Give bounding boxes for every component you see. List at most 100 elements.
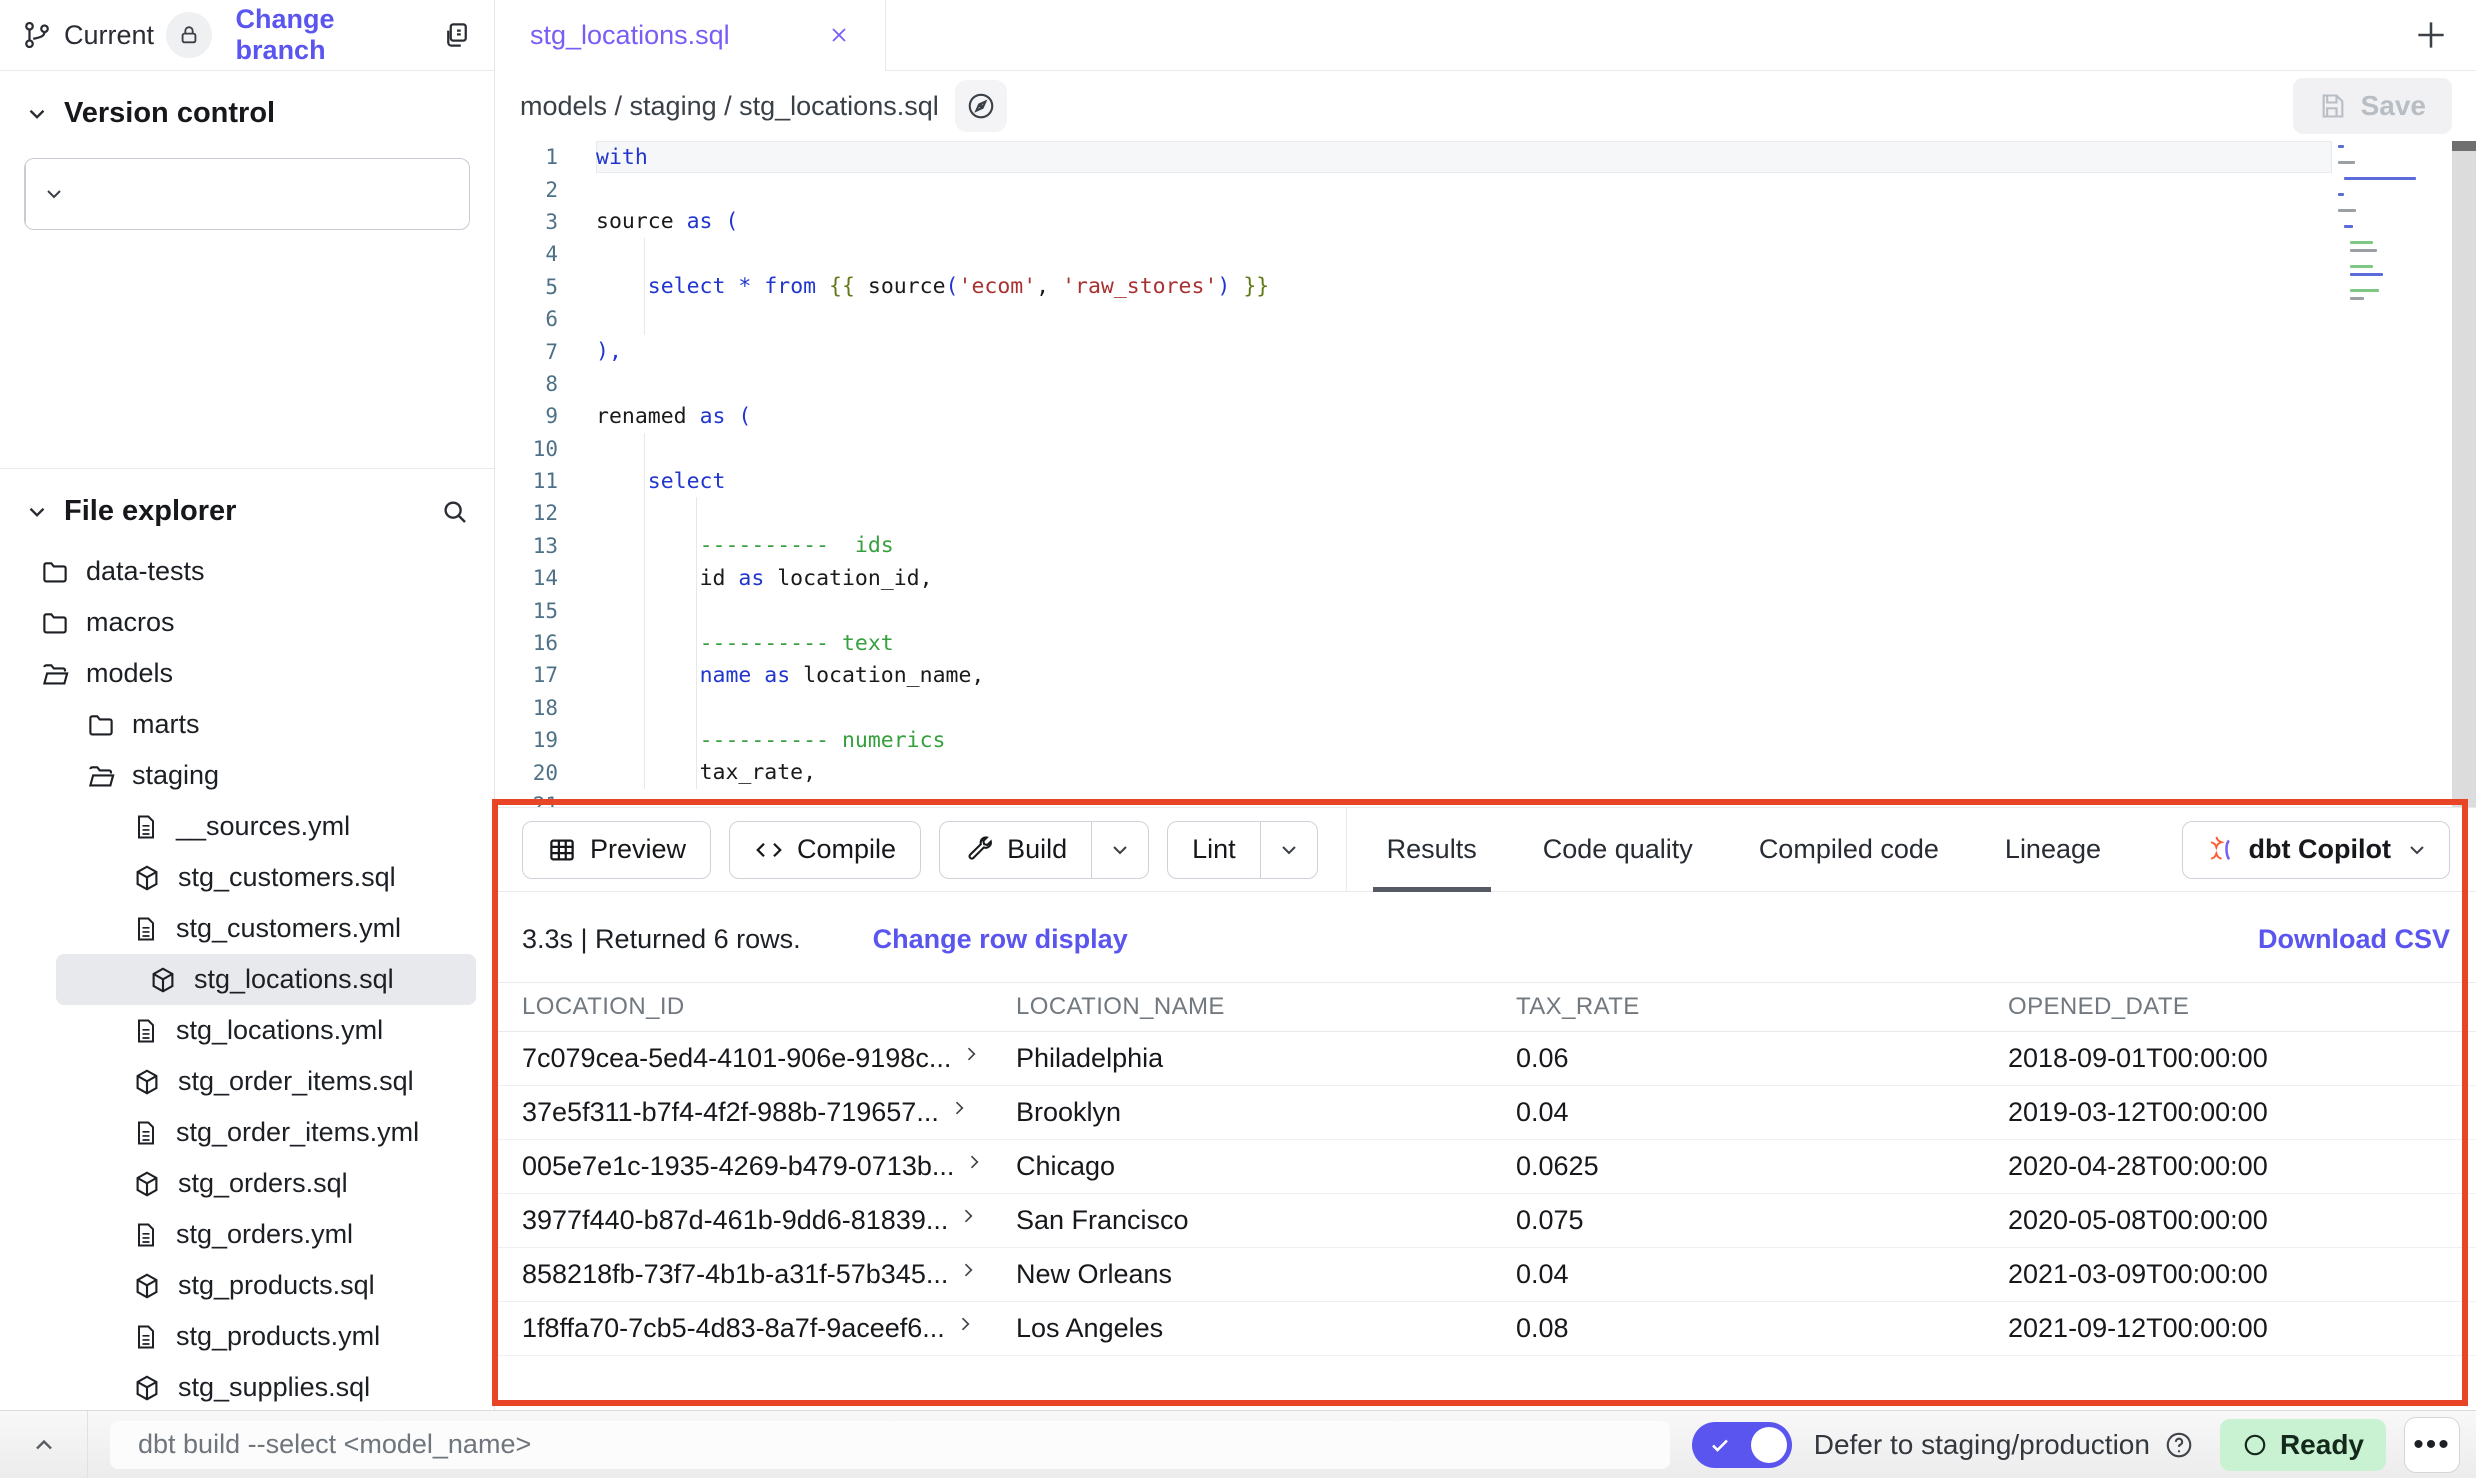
lint-main[interactable]: Lint [1168, 822, 1260, 878]
row-expand-icon[interactable] [964, 1152, 984, 1172]
results-row-3[interactable]: 005e7e1c-1935-4269-b479-0713b...Chicago0… [496, 1140, 2476, 1194]
file-tree-item-stg-products-yml[interactable]: stg_products.yml [0, 1311, 494, 1362]
column-header-opened_date[interactable]: OPENED_DATE [2008, 993, 2450, 1021]
code-line-8[interactable]: 8 [496, 368, 2332, 400]
code-line-20[interactable]: 20 tax_rate, [496, 756, 2332, 788]
file-icon [132, 1119, 160, 1147]
file-label: data-tests [86, 556, 205, 587]
download-csv-link[interactable]: Download CSV [2258, 924, 2450, 955]
copy-icon[interactable] [442, 20, 472, 50]
file-tree-item-stg-order-items-sql[interactable]: stg_order_items.sql [0, 1056, 494, 1107]
column-header-location_id[interactable]: LOCATION_ID [522, 993, 1016, 1021]
line-content: name as location_name, [596, 659, 2332, 691]
results-row-4[interactable]: 3977f440-b87d-461b-9dd6-81839...San Fran… [496, 1194, 2476, 1248]
code-line-4[interactable]: 4 [496, 238, 2332, 270]
file-tree-item-stg-locations-sql[interactable]: stg_locations.sql [56, 954, 476, 1005]
create-branch-caret[interactable] [25, 159, 81, 229]
column-header-tax_rate[interactable]: TAX_RATE [1516, 993, 2008, 1021]
lint-caret[interactable] [1260, 822, 1317, 878]
compile-button[interactable]: Compile [729, 821, 921, 879]
file-tree-item-stg-customers-sql[interactable]: stg_customers.sql [0, 852, 494, 903]
preview-button[interactable]: Preview [522, 821, 711, 879]
code-line-17[interactable]: 17 name as location_name, [496, 659, 2332, 691]
row-expand-icon[interactable] [958, 1206, 978, 1226]
query-summary: 3.3s | Returned 6 rows. [522, 924, 801, 955]
file-tree-item-stg-order-items-yml[interactable]: stg_order_items.yml [0, 1107, 494, 1158]
code-line-11[interactable]: 11 select [496, 465, 2332, 497]
new-tab-button[interactable] [2412, 16, 2450, 54]
code-line-19[interactable]: 19 ---------- numerics [496, 724, 2332, 756]
code-line-1[interactable]: 1with [496, 141, 2332, 173]
file-tree-item-data-tests[interactable]: data-tests [0, 546, 494, 597]
code-line-16[interactable]: 16 ---------- text [496, 627, 2332, 659]
file-tree-item-stg-products-sql[interactable]: stg_products.sql [0, 1260, 494, 1311]
code-line-2[interactable]: 2 [496, 173, 2332, 205]
expand-command-bar-button[interactable] [0, 1411, 88, 1478]
cell-location-id: 1f8ffa70-7cb5-4d83-8a7f-9aceef6... [522, 1313, 945, 1344]
dbt-copilot-button[interactable]: dbt Copilot [2182, 821, 2450, 879]
chevron-down-icon [24, 101, 50, 127]
file-tree-item-stg-customers-yml[interactable]: stg_customers.yml [0, 903, 494, 954]
panel-tab-code-quality[interactable]: Code quality [1543, 808, 1693, 892]
file-tree-item-macros[interactable]: macros [0, 597, 494, 648]
row-expand-icon[interactable] [961, 1044, 981, 1064]
model-cube-icon [132, 1373, 162, 1403]
panel-tab-lineage[interactable]: Lineage [2005, 808, 2101, 892]
row-expand-icon[interactable] [958, 1260, 978, 1280]
file-tree-item-stg-orders-sql[interactable]: stg_orders.sql [0, 1158, 494, 1209]
code-line-15[interactable]: 15 [496, 594, 2332, 626]
row-expand-icon[interactable] [949, 1098, 969, 1118]
file-tree-item--sources-yml[interactable]: __sources.yml [0, 801, 494, 852]
column-header-location_name[interactable]: LOCATION_NAME [1016, 993, 1516, 1021]
tab-close-icon[interactable] [827, 23, 851, 47]
defer-toggle[interactable] [1692, 1422, 1792, 1468]
row-expand-icon[interactable] [955, 1314, 975, 1334]
line-number: 8 [496, 372, 596, 396]
ide-status-badge[interactable]: Ready [2220, 1419, 2386, 1471]
file-tree-item-models[interactable]: models [0, 648, 494, 699]
tab-stg-locations-sql[interactable]: stg_locations.sql [496, 0, 886, 70]
panel-tab-results[interactable]: Results [1387, 808, 1477, 892]
more-options-button[interactable]: ••• [2404, 1417, 2460, 1473]
command-input[interactable]: dbt build --select <model_name> [110, 1421, 1670, 1469]
build-main[interactable]: Build [940, 822, 1091, 878]
scrollbar-thumb[interactable] [2452, 141, 2476, 151]
results-row-2[interactable]: 37e5f311-b7f4-4f2f-988b-719657...Brookly… [496, 1086, 2476, 1140]
file-explorer-header[interactable]: File explorer [0, 469, 494, 538]
explore-button[interactable] [955, 80, 1007, 132]
code-line-13[interactable]: 13 ---------- ids [496, 530, 2332, 562]
code-line-5[interactable]: 5 select * from {{ source('ecom', 'raw_s… [496, 271, 2332, 303]
code-line-3[interactable]: 3source as ( [496, 206, 2332, 238]
code-editor[interactable]: 1with23source as (45 select * from {{ so… [496, 141, 2332, 807]
cell-tax-rate: 0.04 [1516, 1097, 2008, 1128]
minimap[interactable] [2338, 145, 2450, 313]
panel-tab-compiled-code[interactable]: Compiled code [1759, 808, 1939, 892]
change-branch-link[interactable]: Change branch [236, 4, 430, 66]
file-tree-item-stg-supplies-sql[interactable]: stg_supplies.sql [0, 1362, 494, 1413]
results-row-1[interactable]: 7c079cea-5ed4-4101-906e-9198c...Philadel… [496, 1032, 2476, 1086]
code-line-18[interactable]: 18 [496, 692, 2332, 724]
file-tree-item-stg-orders-yml[interactable]: stg_orders.yml [0, 1209, 494, 1260]
search-icon[interactable] [440, 497, 470, 527]
code-line-21[interactable]: 21 [496, 789, 2332, 807]
defer-label: Defer to staging/production [1814, 1429, 2150, 1461]
save-button[interactable]: Save [2293, 78, 2452, 134]
code-line-9[interactable]: 9renamed as ( [496, 400, 2332, 432]
results-row-5[interactable]: 858218fb-73f7-4b1b-a31f-57b345...New Orl… [496, 1248, 2476, 1302]
file-tree-item-marts[interactable]: marts [0, 699, 494, 750]
change-row-display-link[interactable]: Change row display [873, 924, 1128, 955]
model-cube-icon [132, 1067, 162, 1097]
editor-scrollbar[interactable] [2452, 141, 2476, 807]
code-line-6[interactable]: 6 [496, 303, 2332, 335]
file-tree-item-staging[interactable]: staging [0, 750, 494, 801]
help-icon[interactable] [2164, 1430, 2194, 1460]
code-line-12[interactable]: 12 [496, 497, 2332, 529]
results-row-6[interactable]: 1f8ffa70-7cb5-4d83-8a7f-9aceef6...Los An… [496, 1302, 2476, 1356]
code-line-10[interactable]: 10 [496, 433, 2332, 465]
cell-opened-date: 2021-09-12T00:00:00 [2008, 1313, 2450, 1344]
version-control-header[interactable]: Version control [0, 71, 494, 140]
code-line-14[interactable]: 14 id as location_id, [496, 562, 2332, 594]
build-caret[interactable] [1091, 822, 1148, 878]
file-tree-item-stg-locations-yml[interactable]: stg_locations.yml [0, 1005, 494, 1056]
code-line-7[interactable]: 7), [496, 335, 2332, 367]
